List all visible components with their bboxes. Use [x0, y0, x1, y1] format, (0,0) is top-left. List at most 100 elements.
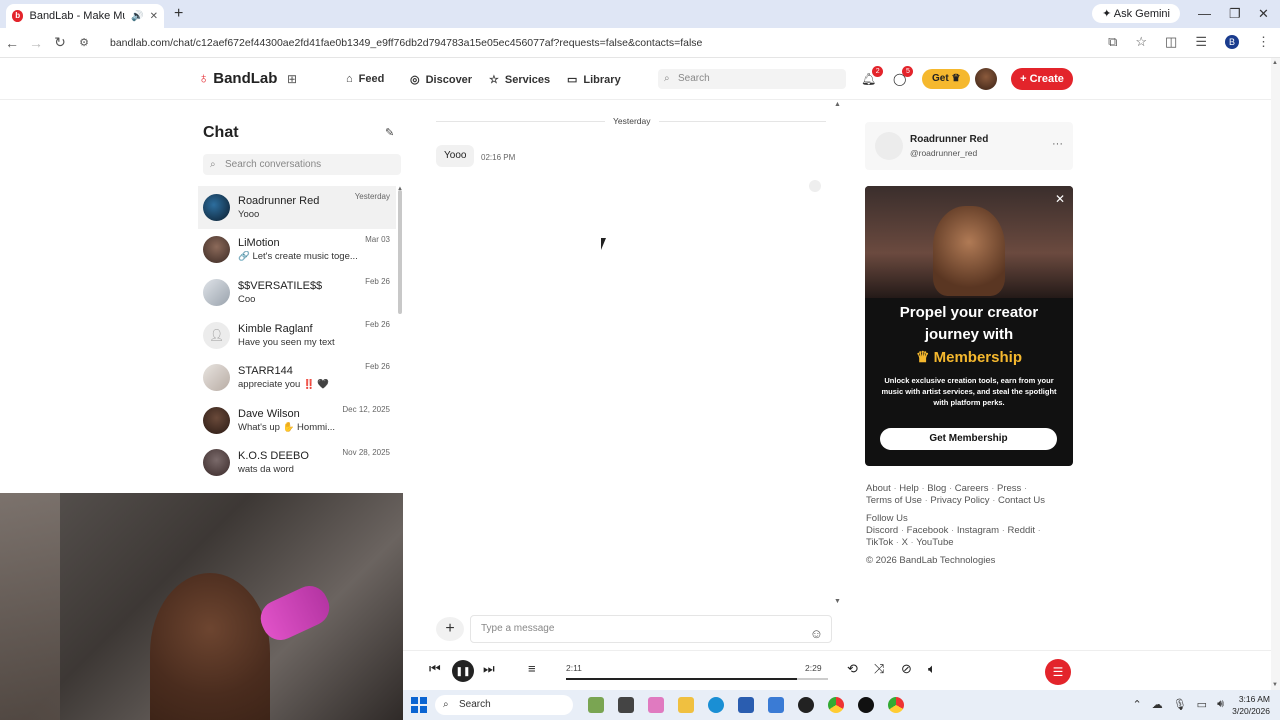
pause-button[interactable]: ❚❚ — [452, 660, 474, 682]
conversation-item[interactable]: Roadrunner Red Yooo Yesterday — [198, 186, 396, 229]
audio-icon[interactable]: 🔊 — [131, 11, 143, 22]
attach-plus-button[interactable]: + — [436, 617, 464, 641]
copilot-icon[interactable] — [648, 697, 664, 713]
next-track-icon[interactable]: ⏭ — [483, 661, 495, 677]
footer-link-tiktok[interactable]: TikTok — [866, 537, 893, 548]
install-app-icon[interactable]: ⧉ — [1108, 34, 1117, 50]
edge-icon[interactable] — [708, 697, 724, 713]
global-search-input[interactable]: ⌕ Search — [658, 69, 846, 89]
task-view-icon[interactable] — [618, 697, 634, 713]
queue-button[interactable]: ☰ — [1045, 659, 1071, 685]
footer-link-contact[interactable]: Contact Us — [998, 495, 1045, 506]
maximize-icon[interactable]: ❐ — [1229, 6, 1241, 22]
footer-link-reddit[interactable]: Reddit — [1008, 525, 1035, 536]
nav-library[interactable]: ▭ Library — [567, 73, 621, 87]
speaker-icon[interactable]: 🔊︎ — [1217, 698, 1224, 711]
volume-icon[interactable]: 🔈︎ — [928, 661, 936, 677]
footer-link-privacy[interactable]: Privacy Policy — [930, 495, 989, 506]
footer-link-terms[interactable]: Terms of Use — [866, 495, 922, 506]
windows-start-icon[interactable] — [411, 697, 427, 713]
conversation-item[interactable]: 👤︎ Kimble Raglanf Have you seen my text F… — [198, 314, 396, 357]
browser-profile-avatar[interactable]: B — [1225, 35, 1239, 49]
ad-headline-1: Propel your creator — [899, 304, 1039, 321]
close-tab-icon[interactable]: ✕ — [150, 11, 158, 22]
no-audio-icon[interactable]: ⊘ — [901, 661, 912, 677]
bandlab-logo[interactable]: ♁ BandLab — [198, 70, 277, 87]
progress-bar[interactable] — [566, 678, 828, 680]
new-tab-button[interactable]: + — [174, 5, 183, 23]
conversation-list-scrollbar[interactable] — [398, 190, 402, 314]
notifications-bell-icon[interactable]: 🔔︎ 2 — [861, 66, 884, 86]
display-icon[interactable]: ▭ — [1197, 698, 1207, 711]
chrome-profile-icon[interactable] — [888, 697, 904, 713]
nav-discover[interactable]: ◎ Discover — [410, 73, 472, 87]
get-membership-button[interactable]: Get Membership — [880, 428, 1057, 450]
thread-scroll-down-icon[interactable]: ▼ — [834, 598, 841, 605]
messages-icon[interactable]: ◯ 5 — [893, 66, 914, 86]
nav-feed[interactable]: ⌂ Feed — [346, 73, 384, 85]
profile-card[interactable]: Roadrunner Red @roadrunner_red ··· — [865, 122, 1073, 170]
bookmark-icon[interactable]: ☆ — [1135, 34, 1147, 50]
minimize-icon[interactable]: — — [1198, 6, 1211, 21]
playlist-icon[interactable]: ≡ — [528, 661, 536, 676]
footer-link-press[interactable]: Press — [997, 483, 1021, 494]
get-membership-nav-button[interactable]: Get ♛ — [922, 69, 970, 89]
microphone-icon[interactable]: 🎙︎ — [1173, 698, 1187, 711]
chatgpt-icon[interactable] — [798, 697, 814, 713]
footer-link-youtube[interactable]: YouTube — [916, 537, 953, 548]
conversation-item[interactable]: STARR144 appreciate you ‼️ 🖤 Feb 26 — [198, 356, 396, 399]
browser-tab[interactable]: b BandLab - Make Music Onl 🔊 ✕ — [6, 4, 164, 28]
ad-person-image — [933, 206, 1005, 296]
reload-icon[interactable]: ↻ — [48, 34, 72, 51]
footer-link-help[interactable]: Help — [899, 483, 919, 494]
conversation-item[interactable]: LiMotion 🔗 Let's create music toge... Mar… — [198, 229, 396, 272]
apps-grid-icon[interactable]: ⊞ — [287, 72, 297, 86]
message-input[interactable]: Type a message ☺ — [470, 615, 832, 643]
conversation-item[interactable]: Dave Wilson What's up ✋ Hommi... Dec 12, … — [198, 399, 396, 442]
url-text[interactable]: bandlab.com/chat/c12aef672ef44300ae2fd41… — [110, 37, 702, 49]
page-scroll-down-icon[interactable]: ▼ — [1272, 682, 1278, 688]
footer-link-discord[interactable]: Discord — [866, 525, 898, 536]
reading-list-icon[interactable]: ☰ — [1195, 34, 1207, 50]
user-avatar[interactable] — [975, 68, 997, 90]
footer-link-blog[interactable]: Blog — [927, 483, 946, 494]
widgets-icon[interactable] — [588, 697, 604, 713]
conversation-item[interactable]: $$VERSATILE$$ Coo Feb 26 — [198, 271, 396, 314]
search-conversations-input[interactable]: ⌕ Search conversations — [203, 154, 401, 175]
taskbar-clock[interactable]: 3:16 AM 3/20/2026 — [1232, 693, 1270, 717]
previous-track-icon[interactable]: ⏮ — [429, 661, 441, 677]
nav-services[interactable]: ☆ Services — [489, 73, 550, 87]
close-ad-icon[interactable]: ✕ — [1055, 192, 1065, 206]
taskbar-search[interactable]: ⌕ Search — [435, 695, 573, 715]
close-window-icon[interactable]: ✕ — [1258, 6, 1269, 22]
mail-icon[interactable] — [768, 697, 784, 713]
ask-gemini-button[interactable]: ✦ Ask Gemini — [1092, 4, 1180, 23]
thread-scroll-up-icon[interactable]: ▲ — [834, 101, 841, 108]
obs-icon[interactable] — [858, 697, 874, 713]
forward-icon[interactable]: → — [24, 35, 48, 51]
footer-link-careers[interactable]: Careers — [955, 483, 989, 494]
sidebar-icon[interactable]: ◫ — [1165, 34, 1177, 50]
chevron-up-icon[interactable]: ⌃ — [1132, 698, 1141, 711]
message-bubble[interactable]: Yooo — [436, 145, 475, 167]
cloud-icon[interactable]: ☁ — [1152, 698, 1163, 711]
file-explorer-icon[interactable] — [678, 697, 694, 713]
page-scrollbar[interactable]: ▲ ▼ — [1271, 58, 1280, 690]
shuffle-icon[interactable]: ⤨ — [874, 661, 884, 677]
footer-link-about[interactable]: About — [866, 483, 891, 494]
create-button[interactable]: + Create — [1011, 68, 1073, 90]
conversation-item[interactable]: K.O.S DEEBO wats da word Nov 28, 2025 — [198, 442, 396, 485]
footer-link-instagram[interactable]: Instagram — [957, 525, 999, 536]
store-icon[interactable] — [738, 697, 754, 713]
emoji-icon[interactable]: ☺ — [810, 621, 823, 647]
page-scroll-up-icon[interactable]: ▲ — [1272, 60, 1278, 66]
more-options-icon[interactable]: ··· — [1052, 138, 1063, 150]
footer-link-x[interactable]: X — [902, 537, 908, 548]
footer-link-facebook[interactable]: Facebook — [907, 525, 949, 536]
site-info-icon[interactable]: ⚙ — [72, 36, 96, 49]
repeat-icon[interactable]: ⟲ — [847, 661, 858, 677]
chrome-icon[interactable] — [828, 697, 844, 713]
back-icon[interactable]: ← — [0, 35, 24, 51]
browser-menu-icon[interactable]: ⋮ — [1257, 34, 1270, 50]
compose-icon[interactable]: ✎ — [385, 126, 394, 139]
